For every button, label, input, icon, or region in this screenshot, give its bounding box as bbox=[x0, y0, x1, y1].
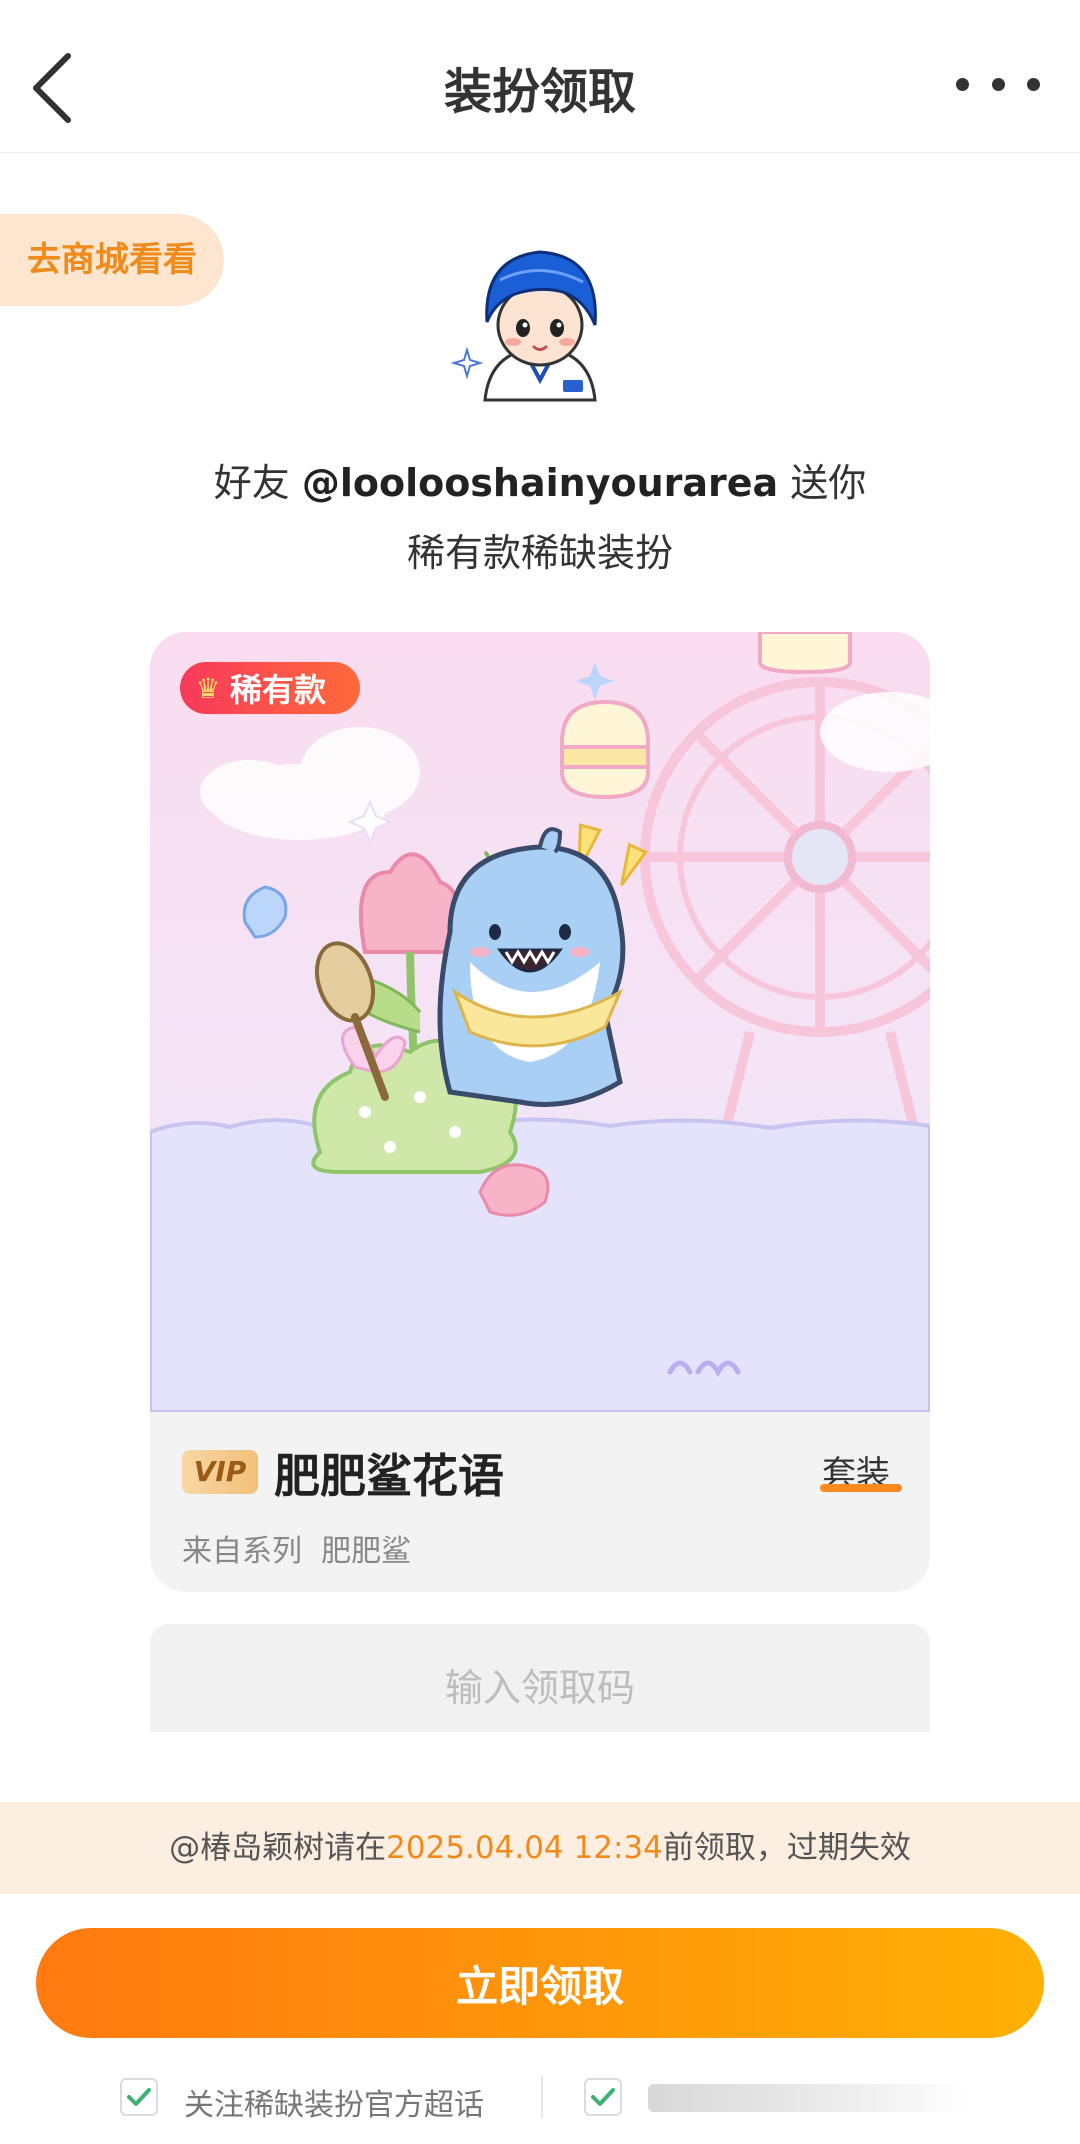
gift-prefix: 好友 bbox=[213, 461, 302, 505]
sender-username[interactable]: @loolooshainyourarea bbox=[302, 461, 778, 505]
expiry-date: 2025.04.04 12:34 bbox=[386, 1830, 663, 1866]
claim-now-button[interactable]: 立即领取 bbox=[36, 1928, 1044, 2038]
gift-suffix: 送你 bbox=[778, 461, 867, 505]
more-dots-icon bbox=[956, 77, 969, 91]
notice-suffix: 前领取，过期失效 bbox=[662, 1830, 911, 1866]
checkmark-icon bbox=[591, 2088, 615, 2106]
claim-code-field[interactable] bbox=[150, 1624, 930, 1732]
page-title: 装扮领取 bbox=[443, 64, 636, 120]
follow-topic-checkbox[interactable] bbox=[120, 2078, 158, 2116]
type-label-underline bbox=[820, 1484, 902, 1492]
go-to-shop-button[interactable]: 去商城看看 bbox=[0, 214, 224, 306]
sender-avatar bbox=[445, 230, 635, 410]
gift-description: 稀有款稀缺装扮 bbox=[406, 531, 673, 575]
checkmark-icon bbox=[127, 2088, 151, 2106]
more-options-button[interactable] bbox=[956, 62, 1040, 106]
item-name: 肥肥鲨花语 bbox=[274, 1449, 504, 1503]
item-series: 来自系列 肥肥鲨 bbox=[182, 1526, 411, 1570]
options-divider bbox=[541, 2076, 543, 2118]
series-name[interactable]: 肥肥鲨 bbox=[321, 1534, 411, 1569]
rare-badge: ♛ 稀有款 bbox=[180, 662, 360, 714]
item-preview-image bbox=[150, 632, 930, 1414]
series-label: 来自系列 bbox=[182, 1534, 302, 1569]
second-option-checkbox[interactable] bbox=[584, 2078, 622, 2116]
expiry-notice: @椿岛颖树请在2025.04.04 12:34前领取，过期失效 bbox=[0, 1802, 1080, 1894]
follow-topic-label: 关注稀缺装扮官方超话 bbox=[184, 2088, 484, 2123]
item-card[interactable]: ♛ 稀有款 VIP 肥肥鲨花语 套装 来自系列 肥肥鲨 bbox=[150, 632, 930, 1592]
second-option-label-obscured bbox=[648, 2084, 968, 2112]
gift-message: 好友 @loolooshainyourarea 送你 bbox=[0, 452, 1080, 507]
rare-badge-label: 稀有款 bbox=[230, 671, 327, 709]
claim-code-input[interactable] bbox=[150, 1624, 930, 1732]
crown-icon: ♛ bbox=[195, 671, 221, 705]
vip-badge: VIP bbox=[182, 1450, 258, 1494]
notice-prefix: @椿岛颖树请在 bbox=[169, 1830, 387, 1866]
